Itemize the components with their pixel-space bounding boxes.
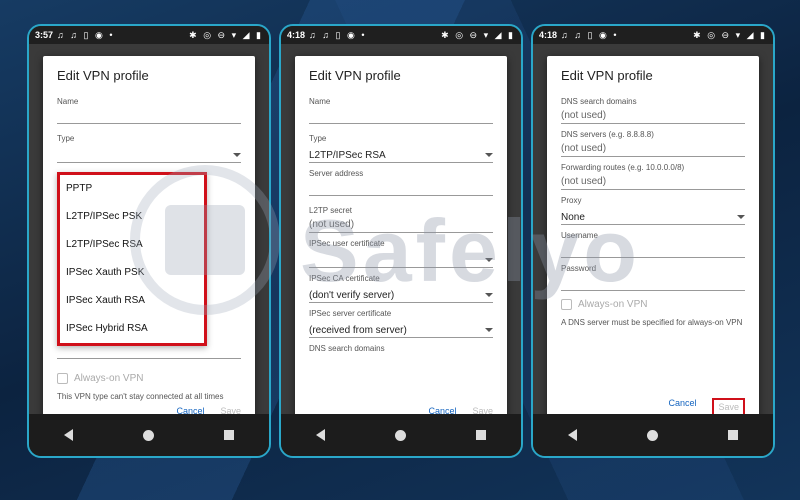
server-address-label: Server address (309, 169, 364, 178)
type-select[interactable]: L2TP/IPSec RSA (309, 143, 493, 163)
user-cert-label: IPSec user certificate (309, 239, 385, 248)
server-address-field[interactable] (309, 178, 493, 196)
always-on-checkbox[interactable] (57, 373, 68, 384)
type-value: L2TP/IPSec RSA (309, 149, 386, 161)
system-icons: ✱ ◎ ⊖ ▾ ◢ ▮ (693, 29, 767, 40)
forwarding-routes-label: Forwarding routes (e.g. 10.0.0.0/8) (561, 163, 685, 172)
navigation-bar (29, 414, 269, 456)
back-icon[interactable] (316, 429, 325, 441)
system-icons: ✱ ◎ ⊖ ▾ ◢ ▮ (441, 29, 515, 40)
proxy-select[interactable]: None (561, 205, 745, 225)
recent-apps-icon[interactable] (224, 430, 234, 440)
status-icons: ♫ ♫ ▯ ◉ • (309, 29, 367, 40)
status-icons: ♫ ♫ ▯ ◉ • (57, 29, 115, 40)
status-time: 3:57 (35, 30, 54, 40)
navigation-bar (533, 414, 773, 456)
proxy-value: None (561, 211, 585, 223)
menu-item-l2tp-rsa[interactable]: L2TP/IPSec RSA (60, 231, 204, 259)
recent-apps-icon[interactable] (728, 430, 738, 440)
ca-cert-label: IPSec CA certificate (309, 274, 380, 283)
dropdown-caret-icon (485, 258, 493, 262)
always-on-note: This VPN type can't stay connected at al… (57, 392, 224, 401)
menu-item-hybrid-rsa[interactable]: IPSec Hybrid RSA (60, 315, 204, 343)
always-on-checkbox[interactable] (561, 299, 572, 310)
dns-search-label: DNS search domains (561, 97, 637, 106)
password-label: Password (561, 264, 597, 273)
always-on-label: Always-on VPN (578, 299, 648, 310)
status-bar: 4:18 ♫ ♫ ▯ ◉ • ✱ ◎ ⊖ ▾ ◢ ▮ (281, 26, 521, 44)
status-time: 4:18 (287, 30, 306, 40)
status-time: 4:18 (539, 30, 558, 40)
vpn-dialog: Edit VPN profile DNS search domains (not… (547, 56, 759, 428)
status-icons: ♫ ♫ ▯ ◉ • (561, 29, 619, 40)
back-icon[interactable] (64, 429, 73, 441)
type-label: Type (57, 134, 75, 143)
status-bar: 3:57 ♫ ♫ ▯ ◉ • ✱ ◎ ⊖ ▾ ◢ ▮ (29, 26, 269, 44)
username-label: Username (561, 231, 598, 240)
menu-item-pptp[interactable]: PPTP (60, 175, 204, 203)
menu-item-xauth-psk[interactable]: IPSec Xauth PSK (60, 259, 204, 287)
field-underline (57, 347, 241, 359)
back-icon[interactable] (568, 429, 577, 441)
dropdown-caret-icon (737, 215, 745, 219)
user-cert-select[interactable] (309, 248, 493, 268)
server-cert-select[interactable]: (received from server) (309, 318, 493, 338)
system-icons: ✱ ◎ ⊖ ▾ ◢ ▮ (189, 29, 263, 40)
menu-item-xauth-rsa[interactable]: IPSec Xauth RSA (60, 287, 204, 315)
name-field[interactable] (57, 106, 241, 124)
home-icon[interactable] (143, 429, 154, 441)
home-icon[interactable] (395, 429, 406, 441)
dns-search-field[interactable]: (not used) (561, 106, 745, 124)
server-cert-label: IPSec server certificate (309, 309, 392, 318)
type-label: Type (309, 134, 327, 143)
name-field[interactable] (309, 106, 493, 124)
always-on-checkbox-row[interactable]: Always-on VPN (561, 299, 745, 310)
forwarding-routes-field[interactable]: (not used) (561, 172, 745, 190)
dropdown-caret-icon (233, 153, 241, 157)
ca-cert-value: (don't verify server) (309, 289, 395, 301)
always-on-label: Always-on VPN (74, 373, 144, 384)
always-on-checkbox-row[interactable]: Always-on VPN (57, 373, 241, 384)
recent-apps-icon[interactable] (476, 430, 486, 440)
home-icon[interactable] (647, 429, 658, 441)
proxy-label: Proxy (561, 196, 582, 205)
username-field[interactable] (561, 240, 745, 258)
dropdown-caret-icon (485, 293, 493, 297)
phone-screen-1: 3:57 ♫ ♫ ▯ ◉ • ✱ ◎ ⊖ ▾ ◢ ▮ Edit VPN prof… (27, 24, 271, 458)
dns-search-label: DNS search domains (309, 344, 385, 353)
phone-screen-2: 4:18 ♫ ♫ ▯ ◉ • ✱ ◎ ⊖ ▾ ◢ ▮ Edit VPN prof… (279, 24, 523, 458)
l2tp-secret-field[interactable]: (not used) (309, 215, 493, 233)
name-label: Name (309, 97, 331, 106)
dropdown-caret-icon (485, 153, 493, 157)
server-cert-value: (received from server) (309, 324, 407, 336)
dns-required-note: A DNS server must be specified for alway… (561, 318, 743, 327)
dialog-title: Edit VPN profile (57, 68, 149, 83)
navigation-bar (281, 414, 521, 456)
ca-cert-select[interactable]: (don't verify server) (309, 283, 493, 303)
vpn-dialog: Edit VPN profile Name Type L2TP/IPSec RS… (295, 56, 507, 428)
name-label: Name (57, 97, 79, 106)
status-bar: 4:18 ♫ ♫ ▯ ◉ • ✱ ◎ ⊖ ▾ ◢ ▮ (533, 26, 773, 44)
type-dropdown-menu: PPTP L2TP/IPSec PSK L2TP/IPSec RSA IPSec… (57, 172, 207, 346)
phone-screen-3: 4:18 ♫ ♫ ▯ ◉ • ✱ ◎ ⊖ ▾ ◢ ▮ Edit VPN prof… (531, 24, 775, 458)
type-select[interactable] (57, 143, 241, 163)
password-field[interactable] (561, 273, 745, 291)
dialog-title: Edit VPN profile (309, 68, 401, 83)
dropdown-caret-icon (485, 328, 493, 332)
l2tp-secret-label: L2TP secret (309, 206, 352, 215)
menu-item-l2tp-psk[interactable]: L2TP/IPSec PSK (60, 203, 204, 231)
dns-servers-label: DNS servers (e.g. 8.8.8.8) (561, 130, 654, 139)
vpn-dialog: Edit VPN profile Name Type Always-on VPN… (43, 56, 255, 428)
dns-servers-field[interactable]: (not used) (561, 139, 745, 157)
dialog-title: Edit VPN profile (561, 68, 653, 83)
